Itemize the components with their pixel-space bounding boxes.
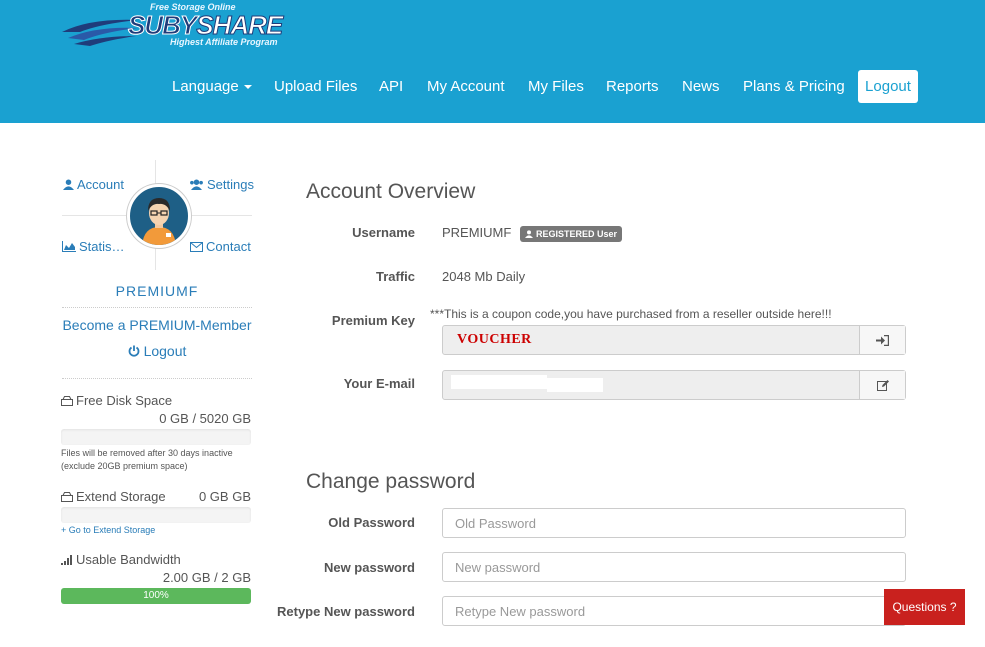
nav-my-account[interactable]: My Account xyxy=(427,70,505,103)
extend-storage-progress xyxy=(61,507,251,523)
area-chart-icon xyxy=(62,241,76,252)
redaction-block xyxy=(547,378,603,392)
envelope-icon xyxy=(190,241,203,252)
logo-tagline-bottom: Highest Affiliate Program xyxy=(170,37,278,47)
bandwidth-progress: 100% xyxy=(61,588,251,604)
old-password-input[interactable] xyxy=(442,508,906,538)
divider xyxy=(62,378,252,379)
nav-language[interactable]: Language xyxy=(172,70,252,103)
power-icon xyxy=(128,345,139,357)
retype-password-input[interactable] xyxy=(442,596,906,626)
nav-my-files[interactable]: My Files xyxy=(528,70,584,103)
questions-chat-button[interactable]: Questions ? xyxy=(884,589,965,625)
premium-key-field[interactable]: VOUCHER xyxy=(442,325,906,355)
retype-password-label: Retype New password xyxy=(277,604,415,619)
free-disk-value: 0 GB / 5020 GB xyxy=(159,411,251,426)
username-label: Username xyxy=(352,225,415,240)
extend-storage-link[interactable]: + Go to Extend Storage xyxy=(61,525,155,535)
premium-key-submit-button[interactable] xyxy=(859,326,905,354)
premium-key-label: Premium Key xyxy=(331,313,415,328)
traffic-label: Traffic xyxy=(375,269,415,284)
sidebar-logout-link[interactable]: Logout xyxy=(62,343,252,359)
extend-storage-label: Extend Storage xyxy=(61,489,166,504)
hdd-icon xyxy=(61,395,73,406)
redaction-block xyxy=(451,375,547,389)
edit-icon xyxy=(876,379,889,391)
nav-upload-files[interactable]: Upload Files xyxy=(274,70,357,103)
signal-icon xyxy=(61,554,72,565)
users-icon xyxy=(190,179,203,190)
divider xyxy=(62,307,252,308)
change-password-title: Change password xyxy=(306,470,476,493)
sign-in-icon xyxy=(876,334,889,346)
status-badge: REGISTERED User xyxy=(520,226,623,242)
traffic-value: 2048 Mb Daily xyxy=(442,269,526,284)
avatar xyxy=(127,184,191,248)
user-icon xyxy=(63,179,74,190)
bandwidth-label: Usable Bandwidth xyxy=(61,552,181,567)
sidebar-account-link[interactable]: Account xyxy=(63,177,124,192)
bandwidth-value: 2.00 GB / 2 GB xyxy=(162,570,251,585)
disk-note: Files will be removed after 30 days inac… xyxy=(61,448,233,471)
account-overview-title: Account Overview xyxy=(306,180,476,203)
nav-news[interactable]: News xyxy=(682,70,720,103)
extend-storage-value: 0 GB GB xyxy=(198,489,251,504)
email-label: Your E-mail xyxy=(343,376,415,391)
nav-api[interactable]: API xyxy=(379,70,403,103)
nav-plans-pricing[interactable]: Plans & Pricing xyxy=(743,70,845,103)
premium-key-value: VOUCHER xyxy=(457,332,532,347)
sidebar-contact-link[interactable]: Contact xyxy=(190,239,251,254)
new-password-label: New password xyxy=(323,560,415,575)
email-field[interactable] xyxy=(442,370,906,400)
sidebar-settings-link[interactable]: Settings xyxy=(189,177,254,192)
sidebar-statistics-link[interactable]: Statis… xyxy=(62,239,125,254)
nav-reports[interactable]: Reports xyxy=(606,70,659,103)
free-disk-progress xyxy=(61,429,251,445)
become-premium-link[interactable]: Become a PREMIUM-Member xyxy=(62,317,252,333)
sidebar-username: PREMIUMF xyxy=(115,283,199,299)
user-icon xyxy=(525,230,533,238)
email-edit-button[interactable] xyxy=(859,371,905,399)
username-value: PREMIUMF xyxy=(442,225,512,240)
caret-down-icon xyxy=(243,84,252,89)
premium-key-note: ***This is a coupon code,you have purcha… xyxy=(430,307,832,321)
logo[interactable]: Free Storage Online SUBYSHARE Highest Af… xyxy=(60,2,290,50)
old-password-label: Old Password xyxy=(328,515,415,530)
new-password-input[interactable] xyxy=(442,552,906,582)
logout-button[interactable]: Logout xyxy=(858,70,918,103)
free-disk-label: Free Disk Space xyxy=(61,393,172,408)
hdd-icon xyxy=(61,491,73,502)
header: Free Storage Online SUBYSHARE Highest Af… xyxy=(0,0,985,123)
